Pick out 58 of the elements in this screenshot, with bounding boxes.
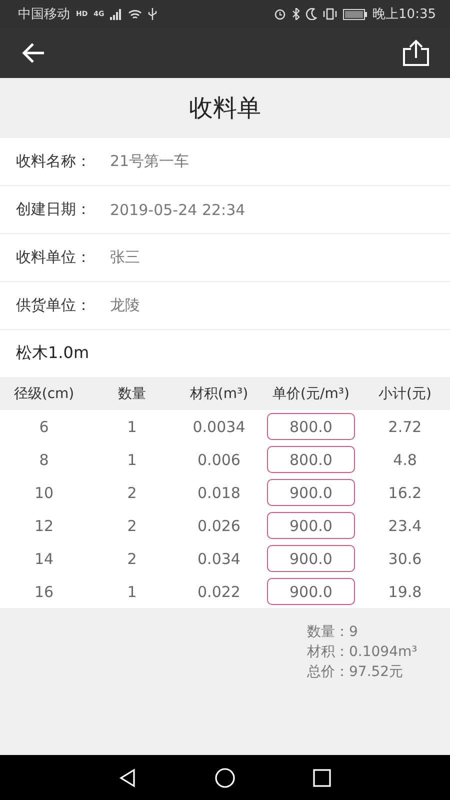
table-cell: 10 (0, 476, 88, 509)
bluetooth-icon (292, 8, 300, 20)
price-input[interactable]: 900.0 (267, 512, 355, 539)
wood-type: 松木1.0m (16, 343, 90, 364)
table-cell: 0.018 (176, 476, 262, 509)
back-nav-button[interactable] (118, 768, 138, 788)
price-input[interactable]: 900.0 (267, 479, 355, 506)
field-label: 创建日期： (16, 200, 92, 219)
status-time: 晚上10:35 (372, 6, 436, 23)
summary-line: 材积：0.1094m³ (307, 643, 418, 662)
table-cell: 8 (0, 443, 88, 476)
price-input[interactable]: 900.0 (267, 545, 355, 572)
table-cell: 0.0034 (176, 410, 262, 443)
signal-icon (110, 8, 122, 20)
table-cell: 2 (88, 476, 176, 509)
home-button[interactable] (214, 766, 236, 788)
table-cell: 12 (0, 509, 88, 542)
table-cell: 6 (0, 410, 88, 443)
page-title: 收料单 (189, 93, 261, 124)
field-value: 2019-05-24 22:34 (110, 200, 246, 218)
carrier-name: 中国移动 (18, 6, 70, 23)
alarm-icon (274, 8, 286, 20)
table-cell: 16.2 (360, 476, 450, 509)
price-input[interactable]: 900.0 (267, 578, 355, 605)
table-cell: 4.8 (360, 443, 450, 476)
table-cell: 2.72 (360, 410, 450, 443)
field-label: 收料名称： (16, 152, 92, 171)
usb-icon (148, 8, 158, 20)
wifi-icon (128, 8, 142, 20)
price-input[interactable]: 800.0 (267, 413, 355, 440)
field-label: 收料单位： (16, 248, 92, 267)
recents-button[interactable] (312, 768, 332, 788)
back-button[interactable] (22, 42, 46, 64)
table-cell: 19.8 (360, 575, 450, 608)
table-cell: 1 (88, 443, 176, 476)
table-cell: 1 (88, 410, 176, 443)
field-value: 张三 (110, 248, 140, 267)
moon-icon (306, 8, 317, 20)
table-cell: 14 (0, 542, 88, 575)
table-cell: 2 (88, 509, 176, 542)
share-button[interactable] (402, 39, 430, 67)
table-cell: 0.006 (176, 443, 262, 476)
table-cell: 2 (88, 542, 176, 575)
field-value: 龙陵 (110, 296, 140, 315)
table-cell: 23.4 (360, 509, 450, 542)
table-cell: 0.034 (176, 542, 262, 575)
field-label: 供货单位： (16, 296, 92, 315)
battery-icon (342, 8, 367, 20)
price-input[interactable]: 800.0 (267, 446, 355, 473)
table-cell: 0.026 (176, 509, 262, 542)
table-cell: 16 (0, 575, 88, 608)
field-value: 21号第一车 (110, 152, 190, 171)
vibrate-icon (322, 8, 337, 20)
summary-line: 数量：9 (307, 623, 358, 642)
table-cell: 1 (88, 575, 176, 608)
table-cell: 30.6 (360, 542, 450, 575)
table-cell: 0.022 (176, 575, 262, 608)
summary-line: 总价：97.52元 (307, 663, 404, 682)
